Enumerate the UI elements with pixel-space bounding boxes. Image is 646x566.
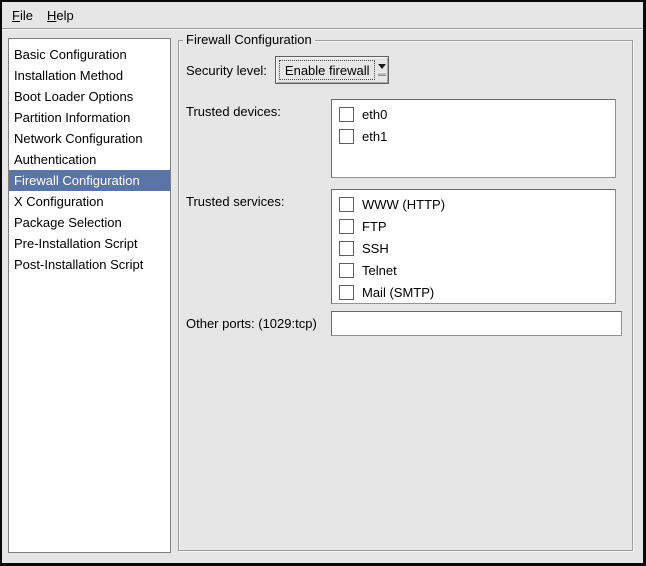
other-ports-input[interactable] <box>331 311 622 336</box>
other-ports-row: Other ports: (1029:tcp) <box>186 311 622 336</box>
kickstart-configurator-window: FileHelp Basic ConfigurationInstallation… <box>0 0 646 566</box>
trusted-devices-label: Trusted devices: <box>186 99 331 119</box>
trusted-device-eth0[interactable]: eth0 <box>332 103 615 125</box>
arrow-bar-glyph <box>378 72 386 76</box>
trusted-service-www-http[interactable]: WWW (HTTP) <box>332 193 615 215</box>
sidebar-item-authentication[interactable]: Authentication <box>9 149 170 170</box>
checkbox-icon[interactable] <box>339 129 354 144</box>
trusted-service-ssh[interactable]: SSH <box>332 237 615 259</box>
checkbox-label: Mail (SMTP) <box>362 285 434 300</box>
trusted-devices-list: eth0 eth1 <box>331 99 616 178</box>
checkbox-icon[interactable] <box>339 285 354 300</box>
trusted-services-label: Trusted services: <box>186 189 331 209</box>
security-level-value: Enable firewall <box>279 60 376 80</box>
trusted-service-telnet[interactable]: Telnet <box>332 259 615 281</box>
checkbox-label: SSH <box>362 241 389 256</box>
frame-title: Firewall Configuration <box>183 32 315 47</box>
firewall-configuration-frame: Firewall Configuration Security level: E… <box>178 40 633 551</box>
trusted-service-mail-smtp[interactable]: Mail (SMTP) <box>332 281 615 303</box>
checkbox-label: Telnet <box>362 263 397 278</box>
sidebar-item-pre-installation-script[interactable]: Pre-Installation Script <box>9 233 170 254</box>
sidebar-item-post-installation-script[interactable]: Post-Installation Script <box>9 254 170 275</box>
checkbox-label: eth0 <box>362 107 387 122</box>
sidebar-item-installation-method[interactable]: Installation Method <box>9 65 170 86</box>
checkbox-icon[interactable] <box>339 263 354 278</box>
checkbox-icon[interactable] <box>339 197 354 212</box>
sidebar-item-basic-configuration[interactable]: Basic Configuration <box>9 44 170 65</box>
dropdown-arrow-icon <box>375 57 387 83</box>
menu-mnemonic: H <box>47 8 56 23</box>
other-ports-label: Other ports: (1029:tcp) <box>186 316 331 331</box>
menu-help[interactable]: Help <box>40 5 81 26</box>
sidebar-item-x-configuration[interactable]: X Configuration <box>9 191 170 212</box>
sidebar-item-partition-information[interactable]: Partition Information <box>9 107 170 128</box>
security-level-dropdown[interactable]: Enable firewall <box>275 56 389 84</box>
checkbox-label: WWW (HTTP) <box>362 197 445 212</box>
sidebar-item-boot-loader-options[interactable]: Boot Loader Options <box>9 86 170 107</box>
checkbox-label: eth1 <box>362 129 387 144</box>
config-section-list: Basic ConfigurationInstallation MethodBo… <box>8 38 171 553</box>
checkbox-label: FTP <box>362 219 387 234</box>
checkbox-icon[interactable] <box>339 219 354 234</box>
checkbox-icon[interactable] <box>339 107 354 122</box>
sidebar-item-network-configuration[interactable]: Network Configuration <box>9 128 170 149</box>
arrow-down-glyph <box>378 64 386 69</box>
menu-file[interactable]: File <box>5 5 40 26</box>
trusted-service-ftp[interactable]: FTP <box>332 215 615 237</box>
checkbox-icon[interactable] <box>339 241 354 256</box>
security-level-label: Security level: <box>186 63 267 78</box>
security-level-row: Security level: Enable firewall <box>186 56 389 84</box>
sidebar-item-package-selection[interactable]: Package Selection <box>9 212 170 233</box>
trusted-services-row: Trusted services: WWW (HTTP) FTP SSH Telnet… <box>186 189 616 304</box>
menu-mnemonic: F <box>12 8 20 23</box>
trusted-services-list: WWW (HTTP) FTP SSH Telnet Mail (SMTP) <box>331 189 616 304</box>
trusted-devices-row: Trusted devices: eth0 eth1 <box>186 99 616 178</box>
sidebar-item-firewall-configuration[interactable]: Firewall Configuration <box>9 170 170 191</box>
menubar: FileHelp <box>2 2 643 29</box>
trusted-device-eth1[interactable]: eth1 <box>332 125 615 147</box>
